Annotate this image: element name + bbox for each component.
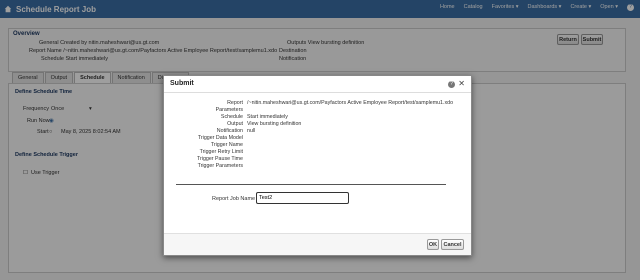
summary-row-trigger-pause-time: Trigger Pause Time [196, 156, 243, 162]
report-job-name-label: Report Job Name [212, 196, 256, 202]
close-icon[interactable]: ✕ [458, 79, 465, 88]
divider [176, 184, 446, 185]
summary-row-report: Report/~nitin.maheshwari@us.gt.com/Payfa… [227, 100, 454, 106]
report-job-name-input[interactable] [256, 192, 349, 204]
summary-row-schedule: Schedule Start immediately [220, 114, 288, 120]
ok-button[interactable]: OK [427, 239, 439, 250]
dialog-title: Submit [170, 80, 194, 87]
submit-summary: Report/~nitin.maheshwari@us.gt.com/Payfa… [164, 100, 471, 170]
summary-row-output: Output View bursting definition [227, 121, 302, 127]
summary-row-notification: Notification null [216, 128, 256, 134]
summary-row-trigger-name: Trigger Name [210, 142, 243, 148]
cancel-button[interactable]: Cancel [441, 239, 464, 250]
dialog-footer: OK Cancel [164, 233, 471, 255]
summary-row-trigger-parameters: Trigger Parameters [197, 163, 243, 169]
dialog-header: Submit ? ✕ [164, 76, 471, 93]
summary-row-trigger-data-model: Trigger Data Model [197, 135, 243, 141]
submit-dialog: Submit ? ✕ Report/~nitin.maheshwari@us.g… [163, 75, 472, 256]
help-icon[interactable]: ? [448, 81, 455, 88]
summary-row-parameters: Parameters [215, 107, 243, 113]
summary-row-trigger-retry-limit: Trigger Retry Limit [199, 149, 243, 155]
